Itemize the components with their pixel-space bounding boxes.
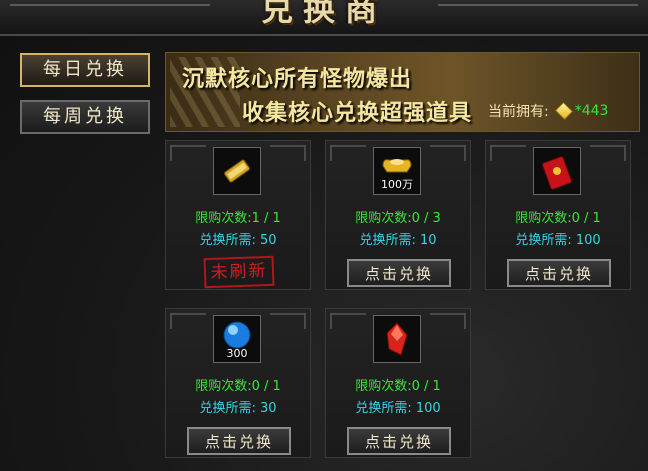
exchange-card: 100万 限购次数:0 / 3 兑换所需: 10 点击兑换: [325, 140, 471, 290]
exchange-cost: 兑换所需: 100: [355, 401, 441, 416]
purchase-limit: 限购次数:0 / 1: [515, 211, 601, 226]
window-title: 兑换商: [260, 0, 387, 28]
item-slot[interactable]: [533, 147, 581, 195]
banner-headline: 沉默核心所有怪物爆出: [182, 66, 413, 92]
core-crystal-icon: [554, 101, 573, 121]
item-slot[interactable]: [213, 147, 261, 195]
red-crystal-icon: [386, 322, 408, 356]
owned-count: *443: [574, 103, 609, 119]
exchange-button[interactable]: 点击兑换: [187, 427, 291, 455]
promo-banner: 沉默核心所有怪物爆出 收集核心兑换超强道具 当前拥有: *443: [165, 52, 640, 132]
owned-label: 当前拥有:: [488, 104, 549, 120]
exchange-card: 限购次数:0 / 1 兑换所需: 100 点击兑换: [325, 308, 471, 458]
red-envelope-icon: [541, 156, 573, 190]
item-slot[interactable]: [373, 315, 421, 363]
purchase-limit: 限购次数:1 / 1: [195, 211, 281, 226]
exchange-window: 兑换商 每日兑换 每周兑换 沉默核心所有怪物爆出 收集核心兑换超强道具 当前拥有…: [0, 0, 648, 471]
exchange-card: 限购次数:1 / 1 兑换所需: 50 未刷新: [165, 140, 311, 290]
purchase-limit: 限购次数:0 / 3: [355, 211, 441, 226]
item-quantity-label: 100万: [381, 178, 413, 191]
exchange-card: 限购次数:0 / 1 兑换所需: 100 点击兑换: [485, 140, 631, 290]
exchange-button[interactable]: 点击兑换: [507, 259, 611, 287]
banner-subheadline: 收集核心兑换超强道具: [242, 100, 473, 126]
exchange-cost: 兑换所需: 30: [199, 401, 277, 416]
item-slot[interactable]: 300: [213, 315, 261, 363]
title-bar: 兑换商: [0, 0, 648, 36]
not-refreshed-stamp: 未刷新: [203, 255, 275, 289]
owned-currency: 当前拥有: *443: [488, 101, 608, 121]
item-quantity-label: 300: [226, 347, 248, 360]
exchange-cost: 兑换所需: 100: [515, 233, 601, 248]
item-slot[interactable]: 100万: [373, 147, 421, 195]
exchange-button[interactable]: 点击兑换: [347, 259, 451, 287]
tab-daily-exchange[interactable]: 每日兑换: [20, 53, 150, 87]
exchange-button[interactable]: 点击兑换: [347, 427, 451, 455]
golden-scroll-icon: [224, 159, 250, 183]
purchase-limit: 限购次数:0 / 1: [355, 379, 441, 394]
exchange-card: 300 限购次数:0 / 1 兑换所需: 30 点击兑换: [165, 308, 311, 458]
tab-weekly-exchange[interactable]: 每周兑换: [20, 100, 150, 134]
exchange-cost: 兑换所需: 50: [199, 233, 277, 248]
exchange-cost: 兑换所需: 10: [359, 233, 437, 248]
purchase-limit: 限购次数:0 / 1: [195, 379, 281, 394]
